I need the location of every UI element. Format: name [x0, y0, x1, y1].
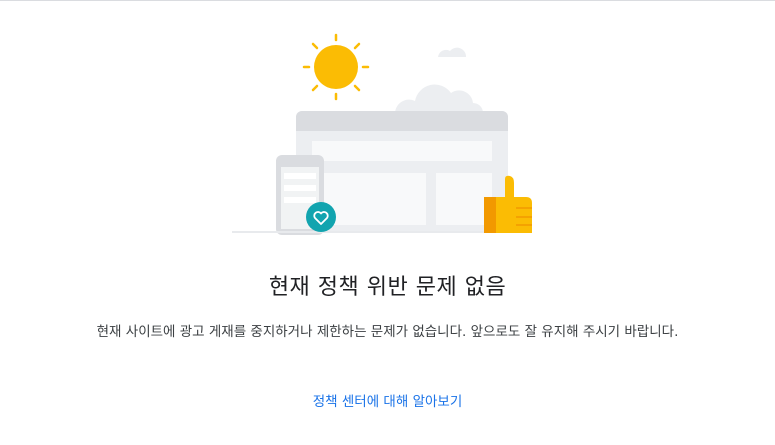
- empty-state-title: 현재 정책 위반 문제 없음: [268, 275, 507, 300]
- policy-center-link[interactable]: 정책 센터에 대해 알아보기: [313, 394, 463, 410]
- cloud-icon: [395, 84, 483, 113]
- policy-status-page: 현재 정책 위반 문제 없음 현재 사이트에 광고 게재를 중지하거나 제한하는…: [0, 0, 775, 445]
- empty-state-description: 현재 사이트에 광고 게재를 중지하거나 제한하는 문제가 없습니다. 앞으로도…: [96, 324, 679, 340]
- heart-icon: [306, 202, 336, 232]
- learn-more-link-container: 정책 센터에 대해 알아보기: [0, 390, 775, 410]
- sun-icon: [302, 33, 370, 101]
- no-issues-illustration: [232, 33, 532, 235]
- cloud-icon: [438, 47, 467, 57]
